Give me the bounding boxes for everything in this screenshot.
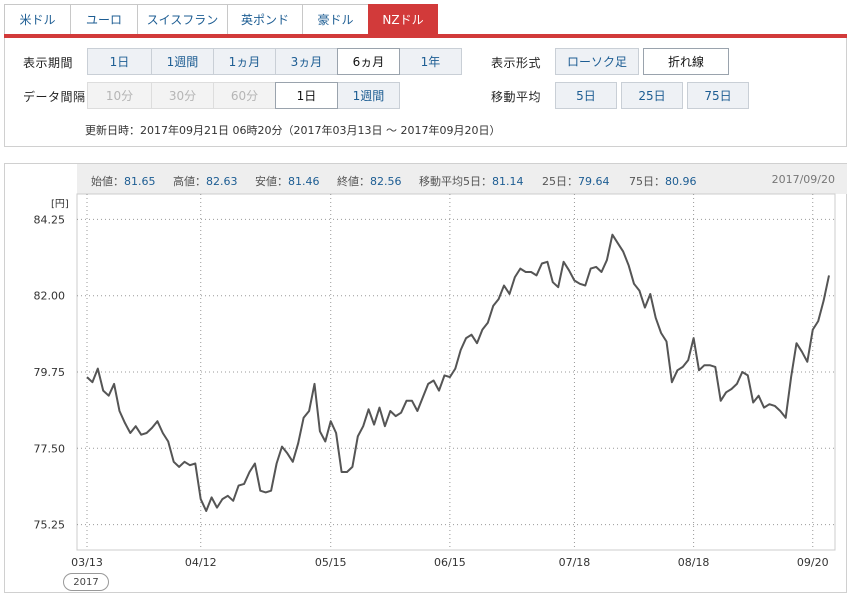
ma-option-2[interactable]: 75日 [687, 82, 749, 109]
x-tick-label: 09/20 [797, 556, 829, 569]
tab-currency-2[interactable]: スイスフラン [137, 4, 227, 35]
ma-selector: 5日 25日 75日 [555, 82, 753, 109]
y-unit-label: [円] [51, 199, 69, 210]
format-option-0[interactable]: ローソク足 [555, 48, 639, 75]
tab-currency-0[interactable]: 米ドル [4, 4, 70, 35]
x-tick-label: 05/15 [315, 556, 347, 569]
y-tick-label: 79.75 [34, 366, 66, 379]
format-label: 表示形式 [491, 56, 542, 70]
period-option-1[interactable]: 1週間 [151, 48, 214, 75]
interval-selector: 10分 30分 60分 1日 1週間 [87, 82, 400, 109]
period-option-5[interactable]: 1年 [399, 48, 462, 75]
y-tick-label: 82.00 [34, 290, 66, 303]
interval-option-2: 60分 [213, 82, 276, 109]
interval-option-1: 30分 [151, 82, 214, 109]
ma-option-0[interactable]: 5日 [555, 82, 617, 109]
price-line [86, 233, 830, 512]
x-tick-label: 04/12 [185, 556, 217, 569]
interval-label: データ間隔 [23, 90, 86, 104]
chart-box: 始値：81.65 高値：82.63 安値：81.46 終値：82.56 移動平均… [4, 163, 847, 593]
interval-option-3[interactable]: 1日 [275, 82, 338, 109]
period-option-2[interactable]: 1ヵ月 [213, 48, 276, 75]
period-label: 表示期間 [23, 56, 74, 70]
tab-currency-3[interactable]: 英ポンド [227, 4, 302, 35]
period-selector: 1日 1週間 1ヵ月 3ヵ月 6ヵ月 1年 [87, 48, 462, 75]
ma-option-1[interactable]: 25日 [621, 82, 683, 109]
x-tick-label: 08/18 [678, 556, 710, 569]
x-tick-label: 07/18 [559, 556, 591, 569]
control-panel: 表示期間 1日 1週間 1ヵ月 3ヵ月 6ヵ月 1年 データ間隔 10分 30分 60分 1日 1… [4, 38, 847, 147]
interval-option-4[interactable]: 1週間 [337, 82, 400, 109]
tab-currency-1[interactable]: ユーロ [70, 4, 137, 35]
x-tick-label: 03/13 [71, 556, 103, 569]
tab-currency-5[interactable]: NZドル [368, 4, 438, 35]
updated-timestamp: 更新日時：2017年09月21日 06時20分（2017年03月13日 ～ 20… [85, 124, 501, 137]
interval-option-0: 10分 [87, 82, 152, 109]
period-option-0[interactable]: 1日 [87, 48, 152, 75]
currency-tabs: 米ドル ユーロ スイスフラン 英ポンド 豪ドル NZドル [4, 4, 438, 35]
y-tick-label: 84.25 [34, 213, 66, 226]
period-option-3[interactable]: 3ヵ月 [275, 48, 338, 75]
ma-label: 移動平均 [491, 90, 542, 104]
format-option-1[interactable]: 折れ線 [643, 48, 729, 75]
format-selector: ローソク足 折れ線 [555, 48, 733, 75]
tab-currency-4[interactable]: 豪ドル [302, 4, 368, 35]
y-tick-label: 77.50 [34, 442, 66, 455]
line-chart: 75.25 77.50 79.75 82.00 84.25 [円] 03/13 04/12 05… [34, 193, 836, 569]
year-badge: 2017 [63, 573, 109, 591]
y-tick-label: 75.25 [34, 519, 66, 532]
period-option-4[interactable]: 6ヵ月 [337, 48, 400, 75]
x-tick-label: 06/15 [434, 556, 466, 569]
